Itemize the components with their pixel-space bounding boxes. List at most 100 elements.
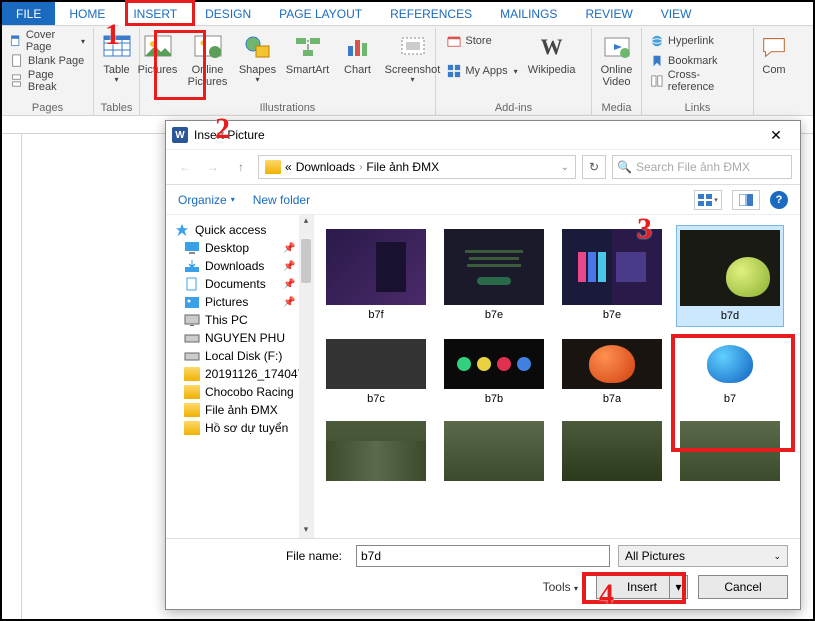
help-button[interactable]: ? bbox=[770, 191, 788, 209]
group-illustrations: Pictures Online Pictures Shapes▾ SmartAr… bbox=[140, 28, 436, 115]
close-button[interactable]: ✕ bbox=[758, 127, 794, 144]
folder-icon bbox=[184, 385, 200, 399]
search-input[interactable]: 🔍 Search File ảnh ĐMX bbox=[612, 155, 792, 179]
tree-downloads[interactable]: Downloads📌 bbox=[166, 257, 313, 275]
refresh-button[interactable]: ↻ bbox=[582, 155, 606, 179]
file-thumb-b7a[interactable]: b7a bbox=[558, 335, 666, 409]
scroll-down-icon[interactable]: ▾ bbox=[299, 524, 313, 538]
comment-button[interactable]: Com bbox=[756, 30, 792, 76]
folder-icon bbox=[184, 367, 200, 381]
view-mode-button[interactable]: ▾ bbox=[694, 190, 722, 210]
tab-home[interactable]: HOME bbox=[55, 2, 119, 25]
crossref-label: Cross-reference bbox=[668, 69, 745, 93]
blank-page-button[interactable]: Blank Page bbox=[8, 52, 87, 70]
store-label: Store bbox=[465, 35, 491, 47]
tab-insert[interactable]: INSERT bbox=[119, 2, 191, 25]
tab-view[interactable]: VIEW bbox=[647, 2, 706, 25]
file-label: b7 bbox=[724, 393, 736, 405]
crossref-button[interactable]: Cross-reference bbox=[648, 72, 747, 90]
group-links: Hyperlink Bookmark Cross-reference Links bbox=[642, 28, 754, 115]
tree-desktop[interactable]: Desktop📌 bbox=[166, 239, 313, 257]
tab-review[interactable]: REVIEW bbox=[571, 2, 646, 25]
breadcrumb[interactable]: « Downloads › File ảnh ĐMX ⌄ bbox=[258, 155, 576, 179]
dialog-footer: File name: All Pictures⌄ Tools ▾ Insert▾… bbox=[166, 539, 800, 609]
wikipedia-button[interactable]: WWikipedia bbox=[522, 30, 582, 76]
chart-label: Chart bbox=[344, 64, 371, 76]
breadcrumb-downloads[interactable]: Downloads bbox=[296, 160, 355, 174]
table-button[interactable]: Table▾ bbox=[97, 30, 137, 85]
file-thumb-b7d[interactable]: b7d bbox=[676, 225, 784, 327]
scroll-thumb[interactable] bbox=[301, 239, 311, 283]
file-thumb-row3-1[interactable] bbox=[322, 417, 430, 485]
folder-icon bbox=[184, 421, 200, 435]
cover-page-icon bbox=[10, 34, 22, 48]
drive-icon bbox=[184, 331, 200, 345]
nav-back-button[interactable]: ← bbox=[174, 156, 196, 178]
file-thumb-b7e-2[interactable]: b7e bbox=[558, 225, 666, 327]
tree-pictures[interactable]: Pictures📌 bbox=[166, 293, 313, 311]
tab-file[interactable]: FILE bbox=[2, 2, 55, 25]
new-folder-button[interactable]: New folder bbox=[253, 193, 310, 207]
filename-input[interactable] bbox=[356, 545, 610, 567]
tab-references[interactable]: REFERENCES bbox=[376, 2, 486, 25]
file-thumb-b7[interactable]: b7 bbox=[676, 335, 784, 409]
file-thumb-row3-4[interactable] bbox=[676, 417, 784, 485]
file-thumb-row3-2[interactable] bbox=[440, 417, 548, 485]
tree-nguyen[interactable]: NGUYEN PHU bbox=[166, 329, 313, 347]
preview-pane-button[interactable] bbox=[732, 190, 760, 210]
dialog-toolbar: Organize▾ New folder ▾ ? bbox=[166, 185, 800, 215]
search-icon: 🔍 bbox=[617, 160, 632, 174]
cancel-button[interactable]: Cancel bbox=[698, 575, 788, 599]
page-break-label: Page Break bbox=[28, 69, 85, 93]
nav-up-button[interactable]: ↑ bbox=[230, 156, 252, 178]
page-break-button[interactable]: Page Break bbox=[8, 72, 87, 90]
nav-forward-button[interactable]: → bbox=[202, 156, 224, 178]
file-thumb-b7e-1[interactable]: b7e bbox=[440, 225, 548, 327]
tab-mailings[interactable]: MAILINGS bbox=[486, 2, 571, 25]
tools-dropdown[interactable]: Tools ▾ bbox=[543, 580, 578, 594]
tab-page-layout[interactable]: PAGE LAYOUT bbox=[265, 2, 376, 25]
tree-thispc[interactable]: This PC bbox=[166, 311, 313, 329]
page-break-icon bbox=[10, 74, 24, 88]
group-addins: Store My Apps▾ WWikipedia Add-ins bbox=[436, 28, 592, 115]
file-thumb-b7c[interactable]: b7c bbox=[322, 335, 430, 409]
tree-folder-2[interactable]: Chocobo Racing bbox=[166, 383, 313, 401]
tree-quick-access[interactable]: Quick access bbox=[166, 221, 313, 239]
file-label: b7b bbox=[485, 393, 503, 405]
chevron-down-icon[interactable]: ⌄ bbox=[561, 162, 569, 173]
pictures-folder-icon bbox=[184, 295, 200, 309]
tree-scrollbar[interactable]: ▴ ▾ bbox=[299, 215, 313, 538]
pictures-icon bbox=[143, 32, 173, 62]
breadcrumb-current[interactable]: File ảnh ĐMX bbox=[366, 160, 439, 174]
store-button[interactable]: Store bbox=[445, 32, 519, 50]
file-label: b7c bbox=[367, 393, 385, 405]
tab-design[interactable]: DESIGN bbox=[191, 2, 265, 25]
insert-dropdown-arrow[interactable]: ▾ bbox=[669, 576, 687, 598]
group-label-links: Links bbox=[642, 102, 753, 114]
hyperlink-button[interactable]: Hyperlink bbox=[648, 32, 747, 50]
online-video-button[interactable]: Online Video bbox=[595, 30, 639, 88]
chevron-icon: › bbox=[359, 162, 362, 173]
tree-documents[interactable]: Documents📌 bbox=[166, 275, 313, 293]
tree-localdisk[interactable]: Local Disk (F:) bbox=[166, 347, 313, 365]
vertical-ruler bbox=[2, 134, 22, 619]
bookmark-label: Bookmark bbox=[668, 55, 718, 67]
organize-button[interactable]: Organize▾ bbox=[178, 193, 235, 207]
tree-folder-1[interactable]: 20191126_174047 bbox=[166, 365, 313, 383]
insert-button[interactable]: Insert▾ bbox=[596, 575, 688, 599]
tree-folder-4[interactable]: Hồ sơ dự tuyển bbox=[166, 419, 313, 437]
desktop-icon bbox=[184, 241, 200, 255]
table-icon bbox=[102, 32, 132, 62]
file-thumb-row3-3[interactable] bbox=[558, 417, 666, 485]
file-thumb-b7b[interactable]: b7b bbox=[440, 335, 548, 409]
wikipedia-label: Wikipedia bbox=[528, 64, 576, 76]
bookmark-button[interactable]: Bookmark bbox=[648, 52, 747, 70]
filter-dropdown[interactable]: All Pictures⌄ bbox=[618, 545, 788, 567]
scroll-up-icon[interactable]: ▴ bbox=[299, 215, 313, 229]
cover-page-button[interactable]: Cover Page▾ bbox=[8, 32, 87, 50]
group-media: Online Video Media bbox=[592, 28, 642, 115]
file-label: b7a bbox=[603, 393, 621, 405]
tree-folder-3[interactable]: File ảnh ĐMX bbox=[166, 401, 313, 419]
file-thumb-b7f[interactable]: b7f bbox=[322, 225, 430, 327]
myapps-button[interactable]: My Apps▾ bbox=[445, 62, 519, 80]
